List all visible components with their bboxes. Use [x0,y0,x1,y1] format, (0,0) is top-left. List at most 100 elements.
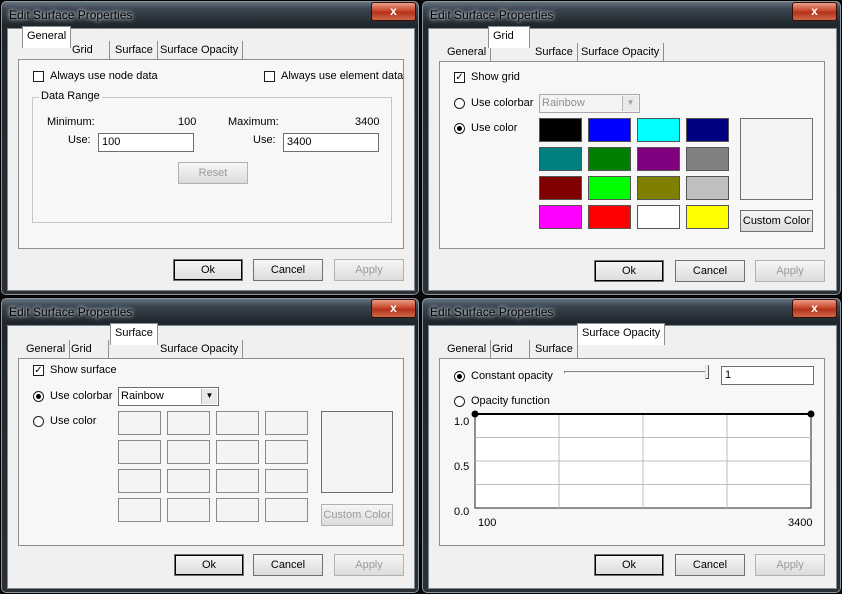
tab-surface-opacity[interactable]: Surface Opacity [156,41,244,60]
use-color-radio[interactable] [454,123,465,134]
dialog-general: Edit Surface Properties x General Grid S… [0,0,420,296]
show-surface-label: Show surface [50,364,117,376]
ok-button[interactable]: Ok [173,259,243,281]
always-node-checkbox[interactable] [33,71,44,82]
use-colorbar-radio[interactable] [454,98,465,109]
tab-general[interactable]: General [443,43,492,62]
color-swatch[interactable] [265,498,308,522]
close-icon: x [390,301,397,315]
color-swatch[interactable] [637,118,680,142]
color-swatch[interactable] [265,440,308,464]
tab-surface[interactable]: Surface [111,41,158,60]
use-min-input[interactable]: 100 [98,133,194,152]
color-swatch[interactable] [216,411,259,435]
color-swatch[interactable] [118,411,161,435]
close-icon: x [811,4,818,18]
color-swatch[interactable] [588,147,631,171]
color-swatch[interactable] [265,469,308,493]
cancel-button[interactable]: Cancel [253,554,323,576]
tab-panel: Constant opacity 1 Opacity function 1.0 … [439,358,825,546]
use-colorbar-radio[interactable] [33,391,44,402]
color-swatch[interactable] [216,498,259,522]
color-swatch[interactable] [167,440,210,464]
constant-opacity-input[interactable]: 1 [721,366,814,385]
color-swatch[interactable] [216,469,259,493]
cancel-button[interactable]: Cancel [675,260,745,282]
ok-button[interactable]: Ok [174,554,244,576]
color-swatch[interactable] [167,411,210,435]
opacity-slider-track[interactable] [564,371,709,374]
tab-grid[interactable]: Grid [488,340,530,359]
cancel-button[interactable]: Cancel [253,259,323,281]
colorbar-select[interactable]: Rainbow ▼ [539,94,640,113]
control-point-right[interactable] [807,410,815,418]
color-swatch[interactable] [637,147,680,171]
color-swatch[interactable] [588,176,631,200]
close-button[interactable]: x [371,299,416,318]
custom-color-button[interactable]: Custom Color [321,504,393,526]
opacity-slider-thumb[interactable] [705,365,709,379]
color-swatch[interactable] [539,147,582,171]
tab-surface-opacity[interactable]: Surface Opacity [156,340,244,359]
tab-surface-opacity[interactable]: Surface Opacity [577,43,665,62]
ok-button[interactable]: Ok [594,554,664,576]
constant-opacity-radio[interactable] [454,371,465,382]
color-swatch[interactable] [686,205,729,229]
color-swatch[interactable] [686,118,729,142]
always-element-checkbox[interactable] [264,71,275,82]
tab-surface[interactable]: Surface [531,43,578,62]
color-swatch[interactable] [118,498,161,522]
constant-opacity-label: Constant opacity [471,370,553,382]
close-button[interactable]: x [371,2,416,21]
show-surface-checkbox[interactable]: ✓ [33,365,44,376]
tab-general[interactable]: General [22,340,71,359]
show-grid-checkbox[interactable]: ✓ [454,72,465,83]
color-swatch[interactable] [588,118,631,142]
color-swatch[interactable] [686,147,729,171]
tab-grid[interactable]: Grid [68,41,110,60]
always-element-label: Always use element data [281,70,404,82]
dialog-title: Edit Surface Properties [9,8,133,22]
tab-general[interactable]: General [22,26,72,48]
tab-surface[interactable]: Surface [110,323,158,345]
color-swatch[interactable] [539,205,582,229]
color-swatch[interactable] [637,205,680,229]
control-point-left[interactable] [471,410,479,418]
opacity-function-radio[interactable] [454,396,465,407]
cancel-button[interactable]: Cancel [675,554,745,576]
custom-color-button[interactable]: Custom Color [740,210,813,232]
chevron-down-icon: ▼ [622,96,638,111]
color-swatch[interactable] [167,498,210,522]
opacity-function-chart[interactable] [471,410,825,514]
colorbar-select[interactable]: Rainbow ▼ [118,387,219,406]
color-swatch[interactable] [167,469,210,493]
apply-button[interactable]: Apply [334,554,404,576]
color-swatch[interactable] [265,411,308,435]
reset-button[interactable]: Reset [178,162,248,184]
apply-button[interactable]: Apply [755,260,825,282]
tab-general[interactable]: General [443,340,492,359]
tab-grid[interactable]: Grid [488,26,530,48]
data-range-group: Data Range Minimum: 100 Maximum: 3400 Us… [32,90,392,223]
color-swatch[interactable] [588,205,631,229]
color-swatch[interactable] [118,469,161,493]
color-swatch[interactable] [637,176,680,200]
maximum-label: Maximum: [228,116,279,128]
ok-button[interactable]: Ok [594,260,664,282]
use-color-radio[interactable] [33,416,44,427]
color-swatch[interactable] [118,440,161,464]
color-swatch[interactable] [539,176,582,200]
color-swatch[interactable] [686,176,729,200]
use-max-input[interactable]: 3400 [283,133,379,152]
tab-grid[interactable]: Grid [67,340,109,359]
tab-surface[interactable]: Surface [531,340,578,359]
x-axis-max-label: 3400 [788,517,813,529]
apply-button[interactable]: Apply [755,554,825,576]
color-swatch[interactable] [539,118,582,142]
close-button[interactable]: x [792,2,837,21]
apply-button[interactable]: Apply [334,259,404,281]
close-icon: x [390,4,397,18]
close-button[interactable]: x [792,299,837,318]
tab-surface-opacity[interactable]: Surface Opacity [577,323,666,345]
color-swatch[interactable] [216,440,259,464]
